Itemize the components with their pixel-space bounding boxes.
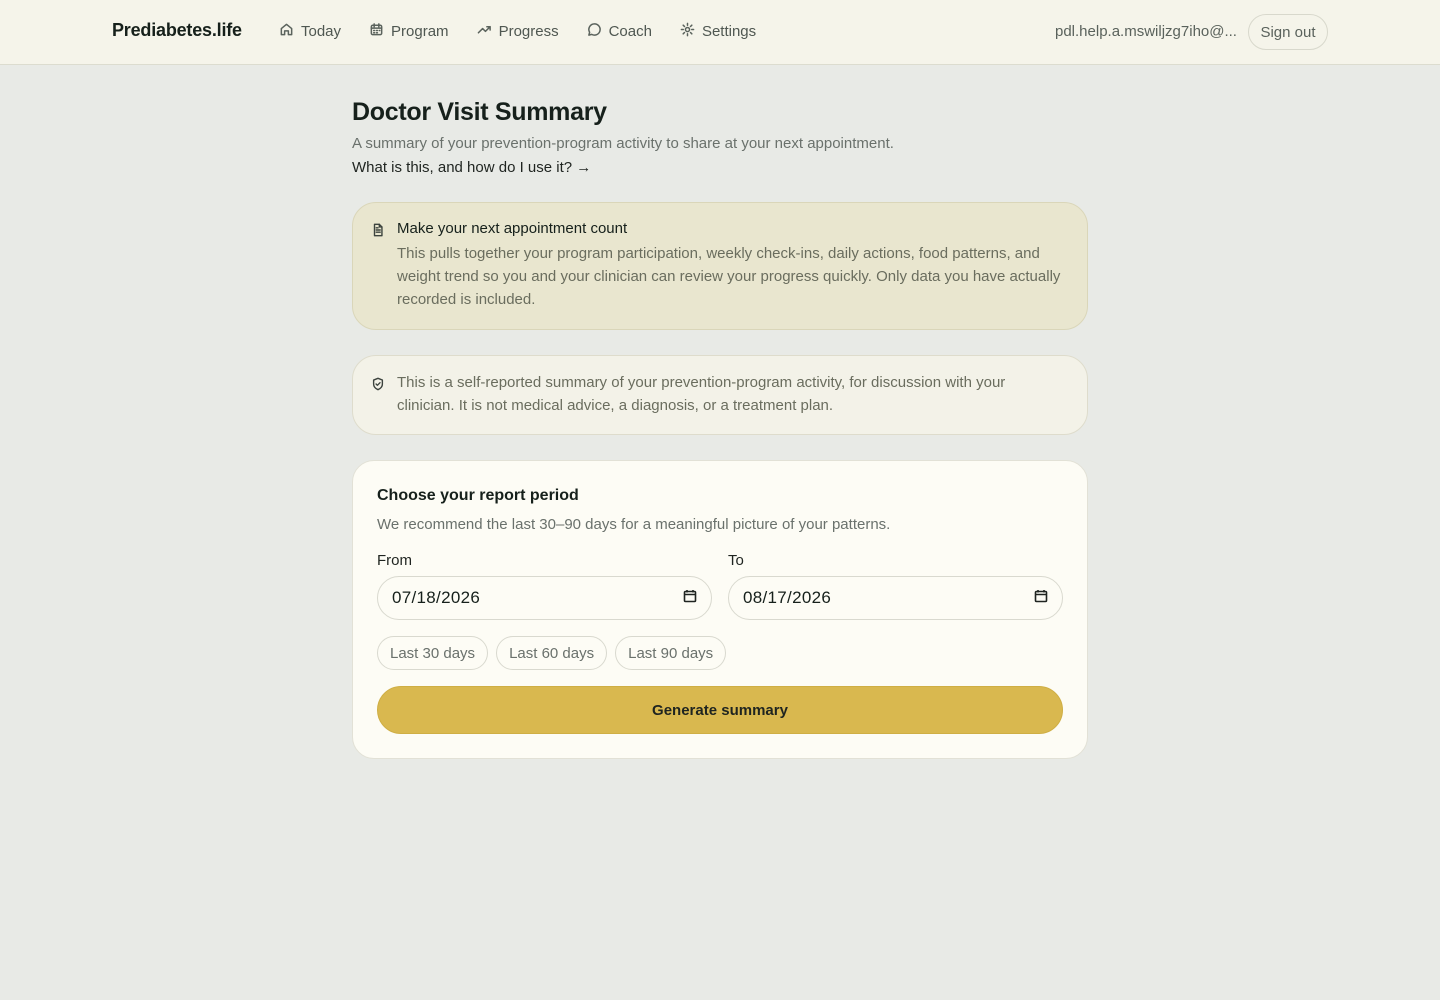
nav-label-today: Today (301, 23, 342, 40)
brand-logo[interactable]: Prediabetes.life (112, 20, 242, 41)
calendar-picker-icon[interactable] (683, 588, 697, 608)
calendar-icon (369, 22, 384, 41)
preset-last-60-days[interactable]: Last 60 days (496, 636, 608, 670)
from-date-group: From 07/18/2026 (377, 552, 712, 620)
info-card-text: This pulls together your program partici… (397, 245, 1061, 308)
from-label: From (377, 552, 412, 569)
info-card-title: Make your next appointment count (397, 220, 628, 237)
preset-last-30-days[interactable]: Last 30 days (377, 636, 489, 670)
nav-item-coach[interactable]: Coach (587, 22, 652, 41)
from-date-value: 07/18/2026 (392, 588, 481, 607)
to-date-group: To 08/17/2026 (728, 552, 1063, 620)
nav-label-settings: Settings (701, 23, 757, 40)
main-content: Doctor Visit Summary A summary of your p… (352, 65, 1088, 759)
report-period-card: Choose your report period We recommend t… (352, 460, 1088, 759)
nav-label-coach: Coach (608, 23, 652, 40)
to-date-input[interactable]: 08/17/2026 (728, 576, 1063, 620)
report-subtitle: We recommend the last 30–90 days for a m… (377, 516, 891, 533)
nav-item-settings[interactable]: Settings (680, 22, 756, 41)
shield-check-icon (371, 375, 385, 398)
calendar-picker-icon[interactable] (1034, 588, 1048, 608)
disclaimer-text: This is a self-reported summary of your … (397, 374, 1006, 414)
help-link[interactable]: What is this, and how do I use it? → (352, 159, 591, 176)
preset-chips: Last 30 days Last 60 days Last 90 days (377, 636, 1063, 670)
date-range-row: From 07/18/2026 To 08/17/2026 (377, 552, 1063, 620)
disclaimer-card: This is a self-reported summary of your … (352, 355, 1088, 435)
top-nav-bar: Prediabetes.life Today Program Progress … (0, 0, 1440, 65)
nav-item-program[interactable]: Program (369, 22, 449, 41)
page-subtitle: A summary of your prevention-program act… (352, 135, 894, 152)
home-icon (279, 22, 294, 41)
nav-label-progress: Progress (498, 23, 559, 40)
trending-up-icon (477, 22, 492, 41)
sign-out-button[interactable]: Sign out (1248, 14, 1328, 50)
to-date-value: 08/17/2026 (743, 588, 832, 607)
info-card: Make your next appointment count This pu… (352, 202, 1088, 330)
preset-last-90-days[interactable]: Last 90 days (615, 636, 727, 670)
from-date-input[interactable]: 07/18/2026 (377, 576, 712, 620)
page-title: Doctor Visit Summary (352, 98, 607, 126)
nav-item-progress[interactable]: Progress (477, 22, 559, 41)
document-icon (371, 223, 385, 242)
user-email: pdl.help.a.mswiljzg7iho@... (1055, 23, 1237, 40)
to-label: To (728, 552, 744, 569)
generate-summary-button[interactable]: Generate summary (377, 686, 1063, 734)
report-title: Choose your report period (377, 487, 579, 504)
nav-item-today[interactable]: Today (279, 22, 341, 41)
main-nav: Today Program Progress Coach Settings (279, 22, 756, 41)
nav-label-program: Program (391, 23, 449, 40)
chat-bubble-icon (587, 22, 602, 41)
gear-icon (680, 22, 695, 41)
